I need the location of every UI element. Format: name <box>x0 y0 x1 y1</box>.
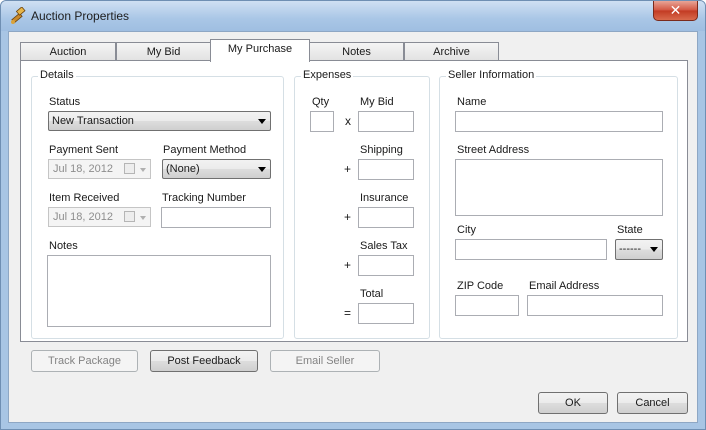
shipping-label: Shipping <box>360 144 403 156</box>
ok-button[interactable]: OK <box>538 392 608 414</box>
equals-symbol: = <box>344 306 352 320</box>
tab-auction[interactable]: Auction <box>20 42 116 61</box>
my-bid-input[interactable] <box>358 111 414 132</box>
details-legend: Details <box>38 69 76 81</box>
street-address-label: Street Address <box>457 144 530 156</box>
close-button[interactable]: ✕ <box>653 1 698 21</box>
tab-label: My Purchase <box>227 43 293 55</box>
email-address-label: Email Address <box>529 280 600 292</box>
tab-notes[interactable]: Notes <box>309 42 404 61</box>
plus-symbol: + <box>344 258 352 272</box>
payment-method-value: (None) <box>166 163 200 175</box>
track-package-button[interactable]: Track Package <box>31 350 138 372</box>
chevron-down-icon <box>140 168 146 172</box>
notes-label: Notes <box>49 240 78 252</box>
status-value: New Transaction <box>52 115 134 127</box>
auction-properties-window: Auction Properties ✕ Auction My Bid My P… <box>0 0 706 430</box>
cancel-button[interactable]: Cancel <box>617 392 688 414</box>
payment-sent-date-picker[interactable]: Jul 18, 2012 <box>48 159 151 179</box>
post-feedback-button[interactable]: Post Feedback <box>150 350 258 372</box>
tracking-number-input[interactable] <box>161 207 271 228</box>
tab-label: Notes <box>342 46 371 58</box>
state-select[interactable]: ------ <box>615 239 663 260</box>
tab-my-purchase[interactable]: My Purchase <box>210 39 310 62</box>
plus-symbol: + <box>344 210 352 224</box>
gavel-app-icon <box>11 7 26 24</box>
chevron-down-icon <box>650 247 658 252</box>
seller-information-group: Seller Information Name Street Address C… <box>439 69 678 339</box>
qty-input[interactable] <box>310 111 334 132</box>
name-label: Name <box>457 96 487 108</box>
sales-tax-label: Sales Tax <box>360 240 408 252</box>
tab-label: Archive <box>433 46 470 58</box>
insurance-input[interactable] <box>358 207 414 228</box>
payment-method-label: Payment Method <box>163 144 247 156</box>
plus-symbol: + <box>344 162 352 176</box>
chevron-down-icon <box>258 167 266 172</box>
times-symbol: x <box>345 114 351 128</box>
chevron-down-icon <box>258 119 266 124</box>
street-address-textarea[interactable] <box>455 159 663 216</box>
item-received-date-picker[interactable]: Jul 18, 2012 <box>48 207 151 227</box>
item-received-date: Jul 18, 2012 <box>53 211 113 223</box>
zip-code-label: ZIP Code <box>457 280 504 292</box>
tab-my-bid[interactable]: My Bid <box>116 42 211 61</box>
expenses-legend: Expenses <box>301 69 354 81</box>
payment-sent-label: Payment Sent <box>49 144 119 156</box>
shipping-input[interactable] <box>358 159 414 180</box>
notes-textarea[interactable] <box>47 255 271 327</box>
window-title: Auction Properties <box>31 9 130 23</box>
status-label: Status <box>49 96 81 108</box>
expenses-group: Expenses Qty x My Bid Shipping + Insuran… <box>294 69 430 339</box>
seller-name-input[interactable] <box>455 111 663 132</box>
email-seller-button[interactable]: Email Seller <box>270 350 380 372</box>
sales-tax-input[interactable] <box>358 255 414 276</box>
total-input[interactable] <box>358 303 414 324</box>
tracking-number-label: Tracking Number <box>162 192 246 204</box>
my-purchase-panel: Details Status New Transaction Payment S… <box>20 60 688 342</box>
chevron-down-icon <box>140 216 146 220</box>
dialog-client-area: Auction My Bid My Purchase Notes Archive… <box>8 31 698 423</box>
title-bar[interactable]: Auction Properties ✕ <box>1 1 705 31</box>
city-label: City <box>457 224 476 236</box>
tab-label: Auction <box>49 46 87 58</box>
state-value: ------ <box>619 243 641 255</box>
total-label: Total <box>360 288 384 300</box>
status-select[interactable]: New Transaction <box>48 111 271 131</box>
details-group: Details Status New Transaction Payment S… <box>31 69 284 339</box>
item-received-label: Item Received <box>49 192 120 204</box>
tab-archive[interactable]: Archive <box>404 42 499 61</box>
city-input[interactable] <box>455 239 607 260</box>
insurance-label: Insurance <box>360 192 409 204</box>
email-address-input[interactable] <box>527 295 663 316</box>
my-bid-label: My Bid <box>360 96 394 108</box>
payment-sent-date: Jul 18, 2012 <box>53 163 113 175</box>
calendar-icon <box>124 163 135 174</box>
calendar-icon <box>124 211 135 222</box>
seller-information-legend: Seller Information <box>446 69 537 81</box>
qty-label: Qty <box>312 96 330 108</box>
zip-code-input[interactable] <box>455 295 519 316</box>
tab-label: My Bid <box>146 46 181 58</box>
state-label: State <box>617 224 643 236</box>
payment-method-select[interactable]: (None) <box>162 159 271 179</box>
close-icon: ✕ <box>669 2 682 18</box>
